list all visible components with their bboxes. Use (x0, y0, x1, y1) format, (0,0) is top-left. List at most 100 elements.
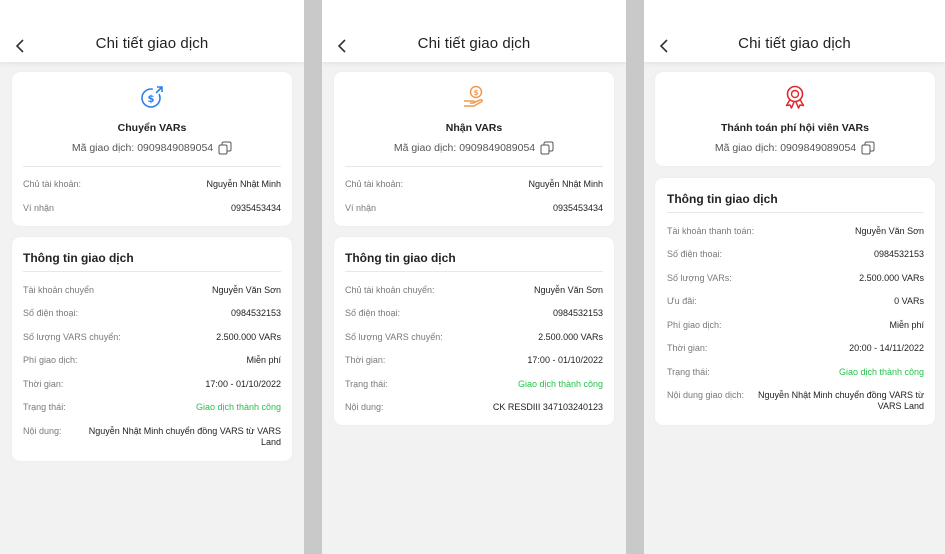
dollar-transfer-icon: $ (139, 84, 165, 110)
detail-row: Số điện thoại: 0984532153 (23, 308, 281, 319)
row-label: Trạng thái: (667, 367, 710, 377)
row-label: Số lượng VARS chuyển: (23, 332, 121, 342)
app-header: Chi tiết giao dịch (644, 0, 945, 62)
row-value: 0984532153 (873, 249, 924, 259)
row-label: Ưu đãi: (667, 296, 697, 306)
row-label: Số điện thoại: (667, 249, 723, 259)
detail-row: Trạng thái: Giao dịch thành công (23, 402, 281, 413)
divider (345, 166, 603, 167)
row-label: Thời gian: (667, 343, 708, 353)
transaction-code: Mã giao dịch: 0909849089054 (334, 141, 614, 155)
transaction-summary-card: $ Nhận VARs Mã giao dịch: 0909849089054 … (334, 72, 614, 226)
row-label: Nội dung giao dịch: (667, 390, 745, 400)
row-value: Miễn phí (889, 320, 924, 330)
divider (23, 271, 281, 272)
divider (23, 166, 281, 167)
row-label: Phí giao dịch: (23, 355, 78, 365)
row-label: Chủ tài khoản: (345, 179, 404, 189)
transaction-code-text: Mã giao dịch: 0909849089054 (393, 142, 536, 154)
row-label: Ví nhận (23, 203, 55, 213)
row-label: Tài khoản chuyển (23, 285, 95, 295)
row-value: 0 VARs (894, 296, 924, 306)
detail-row: Chủ tài khoản: Nguyễn Nhật Minh (345, 179, 603, 190)
row-value: 2.500.000 VARs (859, 273, 924, 283)
status-value: Giao dịch thành công (838, 367, 924, 377)
row-label: Chủ tài khoản: (23, 179, 82, 189)
row-value: 0935453434 (552, 203, 603, 213)
award-badge-icon (782, 84, 808, 110)
row-label: Trạng thái: (345, 379, 388, 389)
row-value: CK RESDIII 347103240123 (492, 402, 603, 412)
row-value: 17:00 - 01/10/2022 (527, 355, 603, 365)
row-label: Thời gian: (23, 379, 64, 389)
transaction-type-title: Chuyển VARs (117, 122, 187, 134)
row-value: Nguyễn Văn Sơn (534, 285, 603, 295)
row-value: Nguyễn Văn Sơn (212, 285, 281, 295)
detail-row: Số điện thoại: 0984532153 (345, 308, 603, 319)
section-title: Thông tin giao dịch (667, 192, 778, 206)
detail-row: Tài khoản chuyển Nguyễn Văn Sơn (23, 285, 281, 296)
detail-row: Số điện thoại: 0984532153 (667, 249, 924, 260)
screen-receive: Chi tiết giao dịch $ Nhận VARs Mã giao d… (322, 0, 626, 554)
detail-row: Chủ tài khoản chuyển: Nguyễn Văn Sơn (345, 285, 603, 296)
detail-row: Số lượng VARS chuyển: 2.500.000 VARs (345, 332, 603, 343)
transaction-code-text: Mã giao dịch: 0909849089054 (714, 142, 857, 154)
row-value: Nguyễn Văn Sơn (855, 226, 924, 236)
row-value: Miễn phí (246, 355, 281, 365)
detail-row: Ưu đãi: 0 VARs (667, 296, 924, 307)
row-label: Phí giao dịch: (667, 320, 722, 330)
row-value: 0984532153 (552, 308, 603, 318)
app-header: Chi tiết giao dịch (0, 0, 304, 62)
status-value: Giao dịch thành công (195, 402, 281, 412)
detail-row: Nội dung: Nguyễn Nhật Minh chuyển đồng V… (23, 426, 281, 448)
page-title: Chi tiết giao dịch (738, 35, 851, 52)
row-value: 2.500.000 VARs (538, 332, 603, 342)
detail-row: Trạng thái: Giao dịch thành công (667, 367, 924, 378)
page-title: Chi tiết giao dịch (95, 35, 209, 52)
detail-row: Tài khoản thanh toán: Nguyễn Văn Sơn (667, 226, 924, 237)
row-value: Nguyễn Nhật Minh chuyển đồng VARS từ VAR… (758, 390, 924, 411)
transaction-info-card: Thông tin giao dịch Tài khoản thanh toán… (655, 178, 935, 425)
transaction-summary-card: $ Chuyển VARs Mã giao dịch: 090984908905… (12, 72, 292, 226)
transaction-info-card: Thông tin giao dịch Chủ tài khoản chuyển… (334, 237, 614, 425)
row-value: 17:00 - 01/10/2022 (205, 379, 281, 389)
hand-coin-icon: $ (461, 84, 487, 110)
row-value: Nguyễn Nhật Minh chuyển đồng VARS từ VAR… (88, 426, 281, 447)
detail-row: Số lượng VARs: 2.500.000 VARs (667, 273, 924, 284)
row-label: Ví nhận (345, 203, 377, 213)
detail-row: Phí giao dịch: Miễn phí (23, 355, 281, 366)
row-value: 2.500.000 VARs (216, 332, 281, 342)
app-header: Chi tiết giao dịch (322, 0, 626, 62)
copy-icon[interactable] (218, 141, 232, 155)
transaction-type-title: Nhận VARs (445, 122, 503, 134)
copy-icon[interactable] (861, 141, 875, 155)
status-value: Giao dịch thành công (517, 379, 603, 389)
row-label: Số lượng VARS chuyển: (345, 332, 443, 342)
detail-row: Nội dung: CK RESDIII 347103240123 (345, 402, 603, 413)
detail-row: Nội dung giao dịch: Nguyễn Nhật Minh chu… (667, 390, 924, 412)
detail-row: Số lượng VARS chuyển: 2.500.000 VARs (23, 332, 281, 343)
row-label: Tài khoản thanh toán: (667, 226, 755, 236)
section-title: Thông tin giao dịch (23, 251, 134, 265)
row-value: 0984532153 (230, 308, 281, 318)
section-title: Thông tin giao dịch (345, 251, 456, 265)
screen-membership-payment: Chi tiết giao dịch Thánh toán phí hội vi… (644, 0, 945, 554)
svg-text:$: $ (148, 94, 155, 105)
detail-row: Thời gian: 17:00 - 01/10/2022 (345, 355, 603, 366)
divider (345, 271, 603, 272)
detail-row: Phí giao dịch: Miễn phí (667, 320, 924, 331)
row-value: 0935453434 (230, 203, 281, 213)
transaction-summary-card: Thánh toán phí hội viên VARs Mã giao dịc… (655, 72, 935, 166)
row-value: Nguyễn Nhật Minh (206, 179, 281, 189)
row-label: Nội dung: (345, 402, 384, 412)
row-label: Chủ tài khoản chuyển: (345, 285, 435, 295)
transaction-type-title: Thánh toán phí hội viên VARs (721, 122, 869, 134)
detail-row: Chủ tài khoản: Nguyễn Nhật Minh (23, 179, 281, 190)
screen-transfer: Chi tiết giao dịch $ Chuyển VARs Mã giao… (0, 0, 304, 554)
detail-row: Ví nhận 0935453434 (345, 203, 603, 214)
page-title: Chi tiết giao dịch (417, 35, 531, 52)
row-label: Nội dung: (23, 426, 62, 436)
divider (667, 212, 924, 213)
copy-icon[interactable] (540, 141, 554, 155)
svg-text:$: $ (474, 89, 479, 97)
